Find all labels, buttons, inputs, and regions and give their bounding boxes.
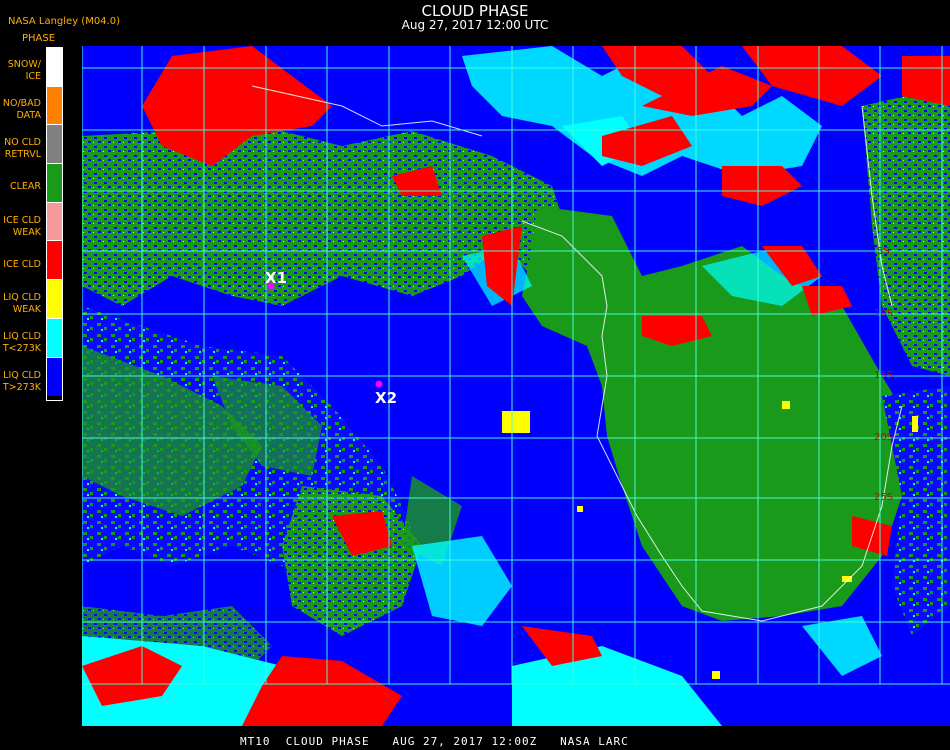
legend-label-liquid-cloud-warm: LIQ CLD T>273K — [2, 370, 41, 393]
legend-swatch-liquid-cloud-cold — [47, 318, 63, 358]
marker-x1[interactable]: X1 — [265, 269, 287, 290]
marker-x2-dot[interactable] — [375, 380, 383, 388]
legend-swatch-ice-cloud-weak — [47, 202, 63, 242]
legend-label-no-cloud-retrieval: NO CLD RETRVL — [4, 137, 41, 160]
legend-colorbar — [47, 48, 63, 397]
legend-label-liquid-cloud-weak: LIQ CLD WEAK — [3, 292, 41, 315]
map-datetime: Aug 27, 2017 12:00 UTC — [401, 18, 549, 32]
legend-swatch-ice-cloud — [47, 241, 63, 281]
cloud-phase-map: 5S 10S 15S 20S 25S X1 X2 — [82, 46, 950, 726]
legend-label-snow-ice: SNOW/ ICE — [7, 59, 41, 82]
lat-label-25s: 25S — [874, 492, 893, 503]
legend-swatch-clear — [47, 164, 63, 203]
organization-label: NASA Langley (M04.0) — [8, 16, 120, 27]
legend-swatch-liquid-cloud-weak — [47, 280, 63, 319]
legend-label-no-bad-data: NO/BAD DATA — [2, 98, 41, 121]
marker-x2-label: X2 — [375, 389, 397, 407]
footer-caption: MT10 CLOUD PHASE AUG 27, 2017 12:00Z NAS… — [240, 735, 629, 748]
legend-swatch-snow-ice — [47, 48, 63, 87]
lat-label-5s: 5S — [877, 246, 890, 257]
lat-label-20s: 20S — [874, 432, 893, 443]
legend-label-ice-cloud-weak: ICE CLD WEAK — [3, 215, 41, 238]
legend-swatch-liquid-cloud-warm — [47, 357, 63, 397]
legend-label-liquid-cloud-cold: LIQ CLD T<273K — [2, 331, 41, 354]
lat-label-15s: 15S — [874, 370, 893, 381]
legend-label-clear: CLEAR — [9, 181, 41, 192]
legend-swatch-no-bad-data — [47, 86, 63, 126]
legend-swatch-no-cloud-retrieval — [47, 125, 63, 165]
legend-title: PHASE — [22, 33, 56, 44]
marker-x1-label: X1 — [265, 269, 287, 287]
legend-label-ice-cloud: ICE CLD — [3, 259, 41, 270]
lat-label-10s: 10S — [874, 308, 893, 319]
